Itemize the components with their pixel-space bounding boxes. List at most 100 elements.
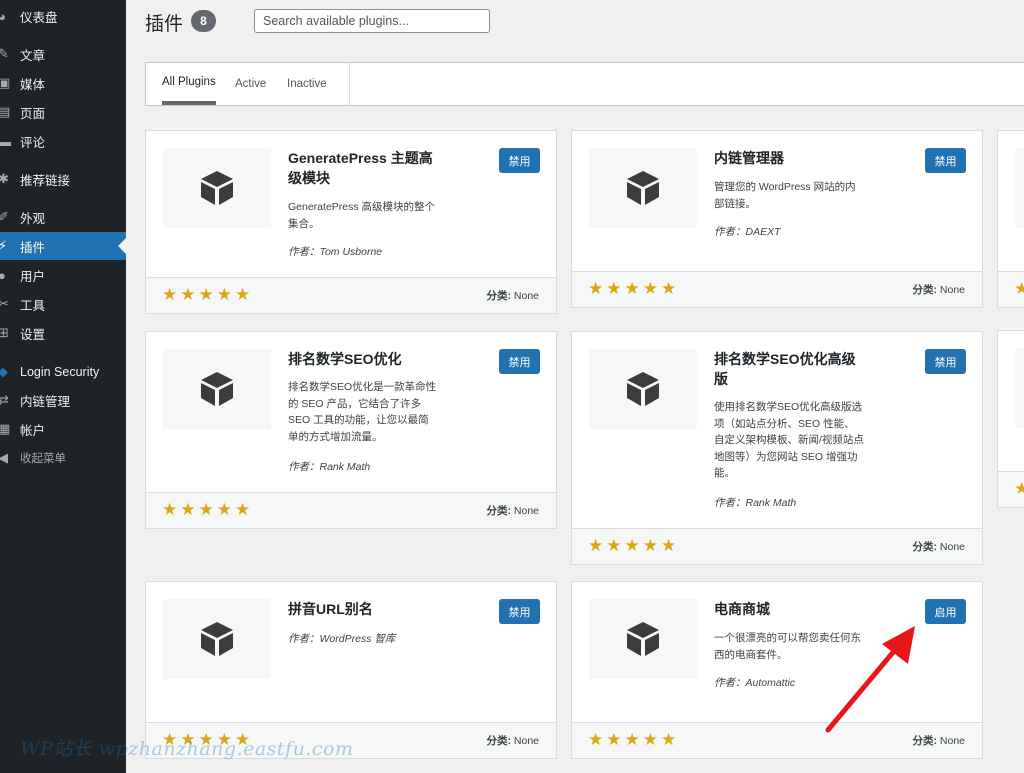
wrench-icon: ✂ — [0, 296, 9, 311]
plugin-cube-icon — [201, 372, 233, 406]
plugin-author: 作者：DAEXT — [714, 226, 781, 238]
star-icon: ★ — [642, 536, 658, 556]
plugin-name[interactable]: 电商商城 — [714, 599, 859, 619]
star-icon: ★ — [661, 536, 677, 556]
plugin-author: 作者：Rank Math — [288, 461, 371, 473]
plugin-card-footer: ★ — [998, 471, 1024, 507]
brush-icon: ✐ — [0, 209, 9, 224]
plugin-category: 分类: None — [912, 541, 965, 553]
star-icon: ★ — [1014, 479, 1024, 499]
sidebar-item-users[interactable]: ● 用户 — [0, 261, 126, 289]
sidebar-item-login-security[interactable]: ◆ Login Security — [0, 358, 126, 386]
rating-stars: ★ ★ ★ ★ ★ — [162, 500, 250, 520]
star-icon: ★ — [198, 285, 214, 305]
star-icon: ★ — [216, 285, 232, 305]
sidebar-item-plugins[interactable]: ⚡ 插件 — [0, 232, 126, 260]
rating-stars: ★ — [1014, 479, 1024, 499]
star-icon: ★ — [642, 730, 658, 750]
sidebar-item-comments[interactable]: ▬ 评论 — [0, 127, 126, 155]
sidebar-collapse-menu[interactable]: ◀ 收起菜单 — [0, 444, 126, 472]
star-icon: ★ — [180, 500, 196, 520]
plugin-card-footer: ★ ★ ★ ★ ★ 分类: None — [146, 492, 556, 528]
plugin-description: 管理您的 WordPress 网站的内部链接。 — [714, 181, 856, 210]
rating-stars: ★ — [1014, 279, 1024, 299]
link-icon: ✱ — [0, 171, 9, 186]
plugin-author: 作者：Rank Math — [714, 497, 797, 509]
activate-button[interactable]: 启用 — [925, 599, 966, 624]
plugin-author: 作者：Automattic — [714, 677, 796, 689]
plugin-name[interactable]: 排名数学SEO优化高级版 — [714, 349, 859, 389]
rating-stars: ★ ★ ★ ★ ★ — [588, 279, 676, 299]
star-icon: ★ — [642, 279, 658, 299]
sidebar-item-media[interactable]: ▣ 媒体 — [0, 69, 126, 97]
plugin-card: GeneratePress 主题高级模块 GeneratePress 高级模块的… — [145, 130, 557, 314]
plugin-name[interactable]: 内链管理器 — [714, 148, 859, 168]
sidebar-item-pages[interactable]: ▤ 页面 — [0, 98, 126, 126]
plugin-cube-icon — [201, 171, 233, 205]
sidebar-item-dashboard[interactable]: ◕ 仪表盘 — [0, 2, 126, 30]
plugin-card-partial: ★ — [997, 330, 1024, 508]
star-icon: ★ — [588, 536, 604, 556]
star-icon: ★ — [1014, 279, 1024, 299]
media-icon: ▣ — [0, 75, 11, 90]
plugin-card-footer: ★ ★ ★ ★ ★ 分类: None — [572, 722, 982, 758]
deactivate-button[interactable]: 禁用 — [499, 599, 540, 624]
sidebar-item-settings[interactable]: ⊞ 设置 — [0, 319, 126, 347]
sidebar-item-tools[interactable]: ✂ 工具 — [0, 290, 126, 318]
deactivate-button[interactable]: 禁用 — [499, 349, 540, 374]
star-icon: ★ — [235, 500, 251, 520]
deactivate-button[interactable]: 禁用 — [925, 349, 966, 374]
star-icon: ★ — [661, 279, 677, 299]
watermark-text: WP站长 wpzhanzhang.eastfu.com — [20, 738, 354, 760]
rating-stars: ★ ★ ★ ★ ★ — [588, 536, 676, 556]
plugin-card-partial: ★ — [997, 130, 1024, 308]
search-plugins-input[interactable] — [254, 9, 490, 33]
star-icon: ★ — [606, 279, 622, 299]
rating-stars: ★ ★ ★ ★ ★ — [162, 285, 250, 305]
plugin-name[interactable]: 排名数学SEO优化 — [288, 349, 433, 369]
sidebar-item-link-manager[interactable]: ⇄ 内链管理 — [0, 386, 126, 414]
shield-icon: ◆ — [0, 364, 8, 379]
filter-active[interactable]: Active — [235, 63, 266, 105]
plugin-name[interactable]: GeneratePress 主题高级模块 — [288, 148, 433, 188]
plugin-thumbnail — [163, 349, 271, 429]
star-icon: ★ — [624, 730, 640, 750]
filter-all-plugins[interactable]: All Plugins — [162, 63, 216, 105]
plugin-card: 排名数学SEO优化 排名数学SEO优化是一款革命性的 SEO 产品，它结合了许多… — [145, 331, 557, 529]
plugin-description: GeneratePress 高级模块的整个集合。 — [288, 201, 436, 230]
comment-icon: ▬ — [0, 133, 11, 149]
star-icon: ★ — [180, 285, 196, 305]
plugin-description: 排名数学SEO优化是一款革命性的 SEO 产品，它结合了许多 SEO 工具的功能… — [288, 381, 437, 443]
plugin-thumbnail — [589, 349, 697, 429]
plugin-description: 使用排名数学SEO优化高级版选项（如站点分析、SEO 性能、自定义架构模板、新闻… — [714, 401, 864, 479]
plugin-category: 分类: None — [486, 290, 539, 302]
sidebar-item-affiliate-links[interactable]: ✱ 推荐链接 — [0, 165, 126, 193]
plugin-thumbnail — [163, 148, 271, 228]
settings-icon: ⊞ — [0, 325, 9, 340]
plugin-category: 分类: None — [912, 735, 965, 747]
filter-inactive[interactable]: Inactive — [287, 63, 327, 105]
sidebar-item-account[interactable]: ▦ 帐户 — [0, 415, 126, 443]
deactivate-button[interactable]: 禁用 — [499, 148, 540, 173]
star-icon: ★ — [606, 536, 622, 556]
sidebar-item-appearance[interactable]: ✐ 外观 — [0, 203, 126, 231]
red-arrow-annotation — [825, 626, 915, 733]
page-icon: ▤ — [0, 104, 11, 119]
deactivate-button[interactable]: 禁用 — [925, 148, 966, 173]
plugin-card: 电商商城 一个很漂亮的可以帮您卖任何东西的电商套件。 作者：Automattic… — [571, 581, 983, 759]
plugin-name[interactable]: 拼音URL别名 — [288, 599, 433, 619]
star-icon: ★ — [198, 500, 214, 520]
plugin-cube-icon — [627, 622, 659, 656]
star-icon: ★ — [235, 285, 251, 305]
star-icon: ★ — [606, 730, 622, 750]
plugin-card-footer: ★ ★ ★ ★ ★ 分类: None — [572, 271, 982, 307]
plugin-icon: ⚡ — [0, 238, 8, 253]
plugin-cube-icon — [627, 171, 659, 205]
pin-icon: ✎ — [0, 46, 9, 61]
plugin-thumbnail — [1015, 148, 1024, 228]
sidebar-item-posts[interactable]: ✎ 文章 — [0, 40, 126, 68]
plugin-thumbnail — [1015, 348, 1024, 428]
plugin-category: 分类: None — [486, 505, 539, 517]
plugin-card-footer: ★ ★ ★ ★ ★ 分类: None — [146, 277, 556, 313]
plugin-card: 排名数学SEO优化高级版 使用排名数学SEO优化高级版选项（如站点分析、SEO … — [571, 331, 983, 565]
